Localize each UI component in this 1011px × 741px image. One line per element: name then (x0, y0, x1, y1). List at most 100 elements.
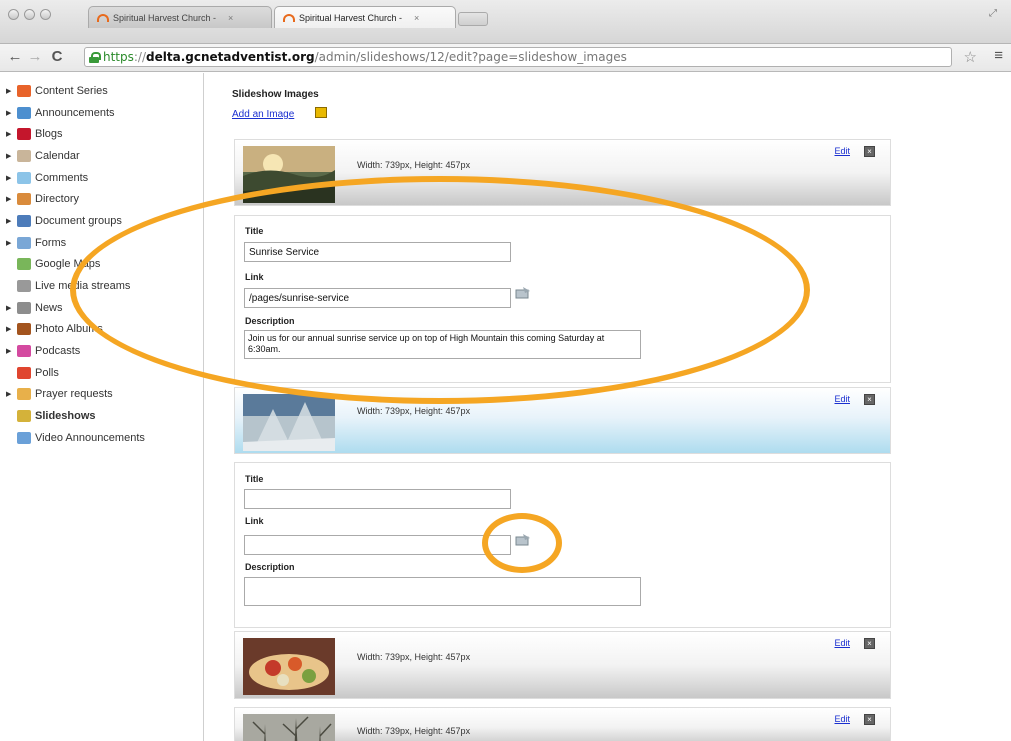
expand-triangle-icon[interactable]: ▶ (6, 239, 14, 247)
close-tab-icon[interactable]: × (414, 13, 419, 23)
sidebar-item-forms[interactable]: ▶ Forms (0, 232, 203, 254)
close-tab-icon[interactable]: × (228, 13, 233, 23)
book-icon (17, 128, 31, 141)
slideshow-icon (17, 410, 31, 423)
hamburger-menu-icon[interactable]: ≡ (994, 47, 1003, 64)
expand-triangle-icon[interactable]: ▶ (6, 174, 14, 182)
delete-icon[interactable]: × (864, 714, 875, 725)
lock-icon (89, 51, 101, 63)
sidebar-item-comments[interactable]: ▶ Comments (0, 167, 203, 189)
browser-tab-2[interactable]: Spiritual Harvest Church - × (274, 6, 456, 28)
sidebar-item-calendar[interactable]: ▶ Calendar (0, 145, 203, 167)
slideshow-image-row[interactable]: Width: 739px, Height: 457px Edit × (234, 631, 891, 699)
edit-link[interactable]: Edit (834, 714, 850, 724)
forward-arrow-icon[interactable]: → (26, 48, 44, 66)
sidebar-item-blogs[interactable]: ▶ Blogs (0, 123, 203, 145)
close-window-icon[interactable] (8, 9, 19, 20)
church-favicon-icon (283, 13, 295, 22)
url-host: delta.gcnetadventist.org (146, 50, 315, 64)
reload-icon[interactable]: C (48, 48, 66, 66)
fullscreen-icon[interactable]: ⤢ (989, 8, 999, 19)
browser-titlebar: Spiritual Harvest Church - × Spiritual H… (0, 0, 1011, 44)
slideshow-image-row[interactable]: Width: 739px, Height: 457px Edit × (234, 707, 891, 741)
link-label: Link (245, 272, 264, 282)
sidebar-item-label: News (35, 301, 63, 314)
sidebar-item-slideshows[interactable]: ▶Slideshows (0, 405, 203, 427)
expand-triangle-icon[interactable]: ▶ (6, 325, 14, 333)
expand-triangle-icon[interactable]: ▶ (6, 87, 14, 95)
zoom-window-icon[interactable] (40, 9, 51, 20)
sidebar-item-label: Document groups (35, 214, 122, 227)
sidebar-item-live-media-streams[interactable]: ▶Live media streams (0, 275, 203, 297)
edit-link[interactable]: Edit (834, 638, 850, 648)
minimize-window-icon[interactable] (24, 9, 35, 20)
sidebar-item-label: Content Series (35, 84, 108, 97)
documents-icon (17, 214, 31, 227)
description-textarea[interactable] (244, 577, 641, 606)
bare-trees-thumbnail (243, 714, 335, 741)
delete-icon[interactable]: × (864, 146, 875, 157)
sidebar-item-content-series[interactable]: ▶ Content Series (0, 80, 203, 102)
snowy-trees-thumbnail (243, 394, 335, 451)
sidebar-item-announcements[interactable]: ▶ Announcements (0, 102, 203, 124)
description-textarea[interactable]: Join us for our annual sunrise service u… (244, 330, 641, 359)
sidebar-item-google-maps[interactable]: ▶Google Maps (0, 254, 203, 276)
slideshow-image-row[interactable]: Width: 739px, Height: 457px Edit × (234, 387, 891, 454)
link-picker-icon[interactable] (515, 287, 531, 299)
tab-label: Spiritual Harvest Church - (113, 12, 217, 23)
image-dimensions: Width: 739px, Height: 457px (357, 652, 471, 662)
image-details-form: Title Link Description (234, 462, 891, 628)
expand-triangle-icon[interactable]: ▶ (6, 390, 14, 398)
address-bar[interactable]: https://delta.gcnetadventist.org/admin/s… (84, 47, 952, 67)
url-separator: :// (133, 50, 147, 64)
edit-link[interactable]: Edit (834, 394, 850, 404)
map-icon (17, 258, 31, 271)
expand-triangle-icon[interactable]: ▶ (6, 130, 14, 138)
main-content: Slideshow Images Add an Image Width: 739… (205, 73, 1011, 741)
pencil-icon (17, 388, 31, 401)
sidebar-item-label: Google Maps (35, 258, 101, 271)
link-picker-icon[interactable] (515, 534, 531, 546)
add-image-link[interactable]: Add an Image (232, 109, 294, 120)
sidebar-item-label: Calendar (35, 149, 80, 162)
sidebar-item-directory[interactable]: ▶ Directory (0, 188, 203, 210)
section-title: Slideshow Images (232, 89, 319, 100)
expand-triangle-icon[interactable]: ▶ (6, 195, 14, 203)
sidebar-item-photo-albums[interactable]: ▶ Photo Albums (0, 319, 203, 341)
new-tab-button[interactable] (458, 12, 488, 26)
edit-link[interactable]: Edit (834, 146, 850, 156)
back-arrow-icon[interactable]: ← (6, 48, 24, 66)
sidebar-item-video-announcements[interactable]: ▶Video Announcements (0, 427, 203, 449)
speech-bubble-icon (17, 171, 31, 184)
expand-triangle-icon[interactable]: ▶ (6, 304, 14, 312)
tab-label: Spiritual Harvest Church - (299, 12, 403, 23)
description-label: Description (245, 562, 295, 572)
bar-chart-icon (17, 366, 31, 379)
slideshow-image-row[interactable]: Width: 739px, Height: 457px Edit × (234, 139, 891, 206)
link-input[interactable] (244, 535, 511, 555)
delete-icon[interactable]: × (864, 638, 875, 649)
expand-triangle-icon[interactable]: ▶ (6, 152, 14, 160)
image-dimensions: Width: 739px, Height: 457px (357, 726, 471, 736)
expand-triangle-icon[interactable]: ▶ (6, 217, 14, 225)
star-icon[interactable]: ☆ (964, 48, 977, 66)
sidebar-item-prayer-requests[interactable]: ▶ Prayer requests (0, 384, 203, 406)
sidebar-item-podcasts[interactable]: ▶ Podcasts (0, 340, 203, 362)
expand-triangle-icon[interactable]: ▶ (6, 109, 14, 117)
sidebar-item-label: Photo Albums (35, 323, 103, 336)
title-input[interactable] (244, 242, 511, 262)
browser-tab-1[interactable]: Spiritual Harvest Church - × (88, 6, 272, 28)
browser-toolbar: ← → C https://delta.gcnetadventist.org/a… (0, 44, 1011, 72)
sidebar-item-polls[interactable]: ▶Polls (0, 362, 203, 384)
delete-icon[interactable]: × (864, 394, 875, 405)
sidebar-item-document-groups[interactable]: ▶ Document groups (0, 210, 203, 232)
sidebar-item-label: Polls (35, 366, 59, 379)
sidebar-item-label: Forms (35, 236, 67, 249)
expand-triangle-icon[interactable]: ▶ (6, 347, 14, 355)
url-scheme: https (103, 50, 134, 64)
add-image-icon[interactable] (315, 107, 327, 118)
title-input[interactable] (244, 489, 511, 509)
sidebar-item-news[interactable]: ▶ News (0, 297, 203, 319)
link-input[interactable] (244, 288, 511, 308)
title-label: Title (245, 226, 264, 236)
